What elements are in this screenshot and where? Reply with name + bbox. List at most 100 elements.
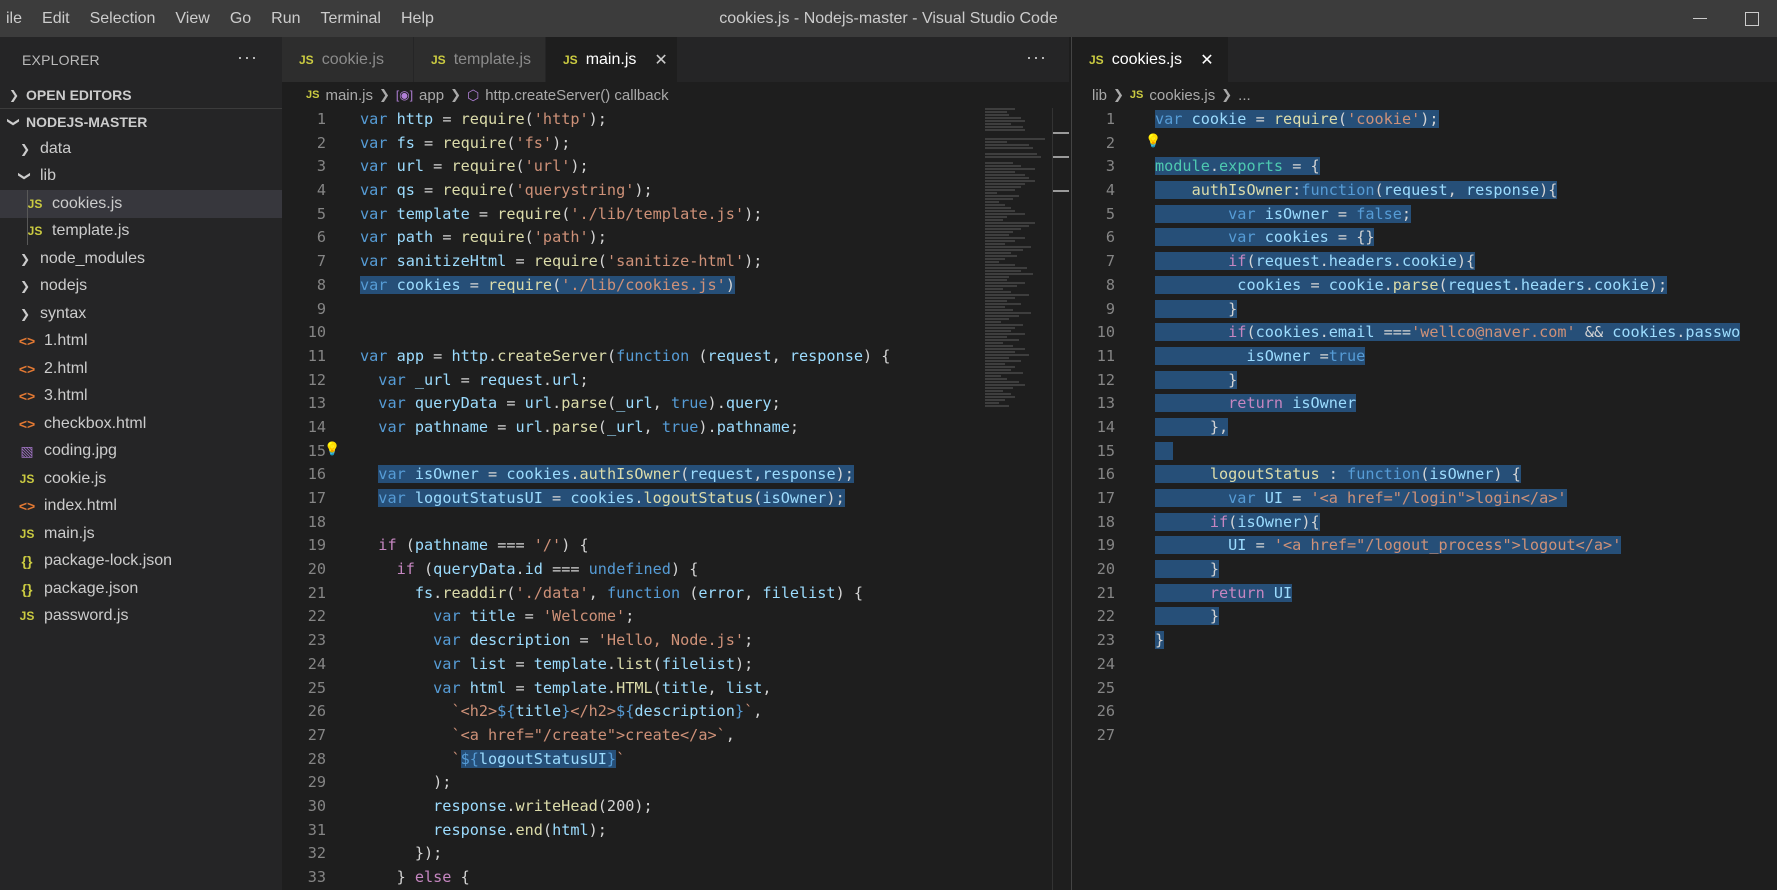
tree-item[interactable]: JS password.js	[0, 603, 282, 631]
tree-item[interactable]: JS cookie.js	[0, 465, 282, 493]
tab-cookie-js[interactable]: JS cookie.js	[282, 37, 414, 82]
minimap[interactable]	[985, 108, 1055, 488]
code-line[interactable]: 27	[1071, 724, 1777, 748]
maximize-icon[interactable]	[1725, 0, 1777, 37]
close-icon[interactable]: ✕	[654, 50, 667, 70]
code-line[interactable]: 3 module.exports = {	[1071, 155, 1777, 179]
menu-item[interactable]: Run	[261, 0, 310, 37]
code-line[interactable]: 14 var pathname = url.parse(_url, true).…	[282, 416, 967, 440]
code-line[interactable]: 25 var html = template.HTML(title, list,	[282, 677, 967, 701]
code-line[interactable]: 17 var logoutStatusUI = cookies.logoutSt…	[282, 487, 967, 511]
code-line[interactable]: 8 var cookies = require('./lib/cookies.js…	[282, 274, 967, 298]
tree-item[interactable]: <> index.html	[0, 493, 282, 521]
code-line[interactable]: 19 if (pathname === '/') {	[282, 534, 967, 558]
code-editor-main[interactable]: 1 var http = require('http'); 2 var fs = re…	[282, 108, 967, 890]
code-line[interactable]: 6 var path = require('path');	[282, 226, 967, 250]
code-line[interactable]: 7 var sanitizeHtml = require('sanitize-ht…	[282, 250, 967, 274]
code-line[interactable]: 24 var list = template.list(filelist);	[282, 653, 967, 677]
breadcrumb-file[interactable]: main.js	[325, 87, 373, 104]
close-icon[interactable]: ✕	[1200, 50, 1214, 70]
code-line[interactable]: 11 var app = http.createServer(function (…	[282, 345, 967, 369]
code-line[interactable]: 13 return isOwner	[1071, 392, 1777, 416]
project-section[interactable]: ❯ NODEJS-MASTER	[0, 109, 282, 135]
lightbulb-icon[interactable]: 💡	[1145, 134, 1161, 149]
more-actions-icon[interactable]: ···	[1026, 47, 1047, 68]
open-editors-section[interactable]: ❯ OPEN EDITORS	[0, 82, 282, 108]
menu-item[interactable]: Edit	[32, 0, 80, 37]
tree-item[interactable]: <> 3.html	[0, 383, 282, 411]
tree-item[interactable]: JS template.js	[0, 217, 282, 245]
code-line[interactable]: 27 `<a href="/create">create</a>`,	[282, 724, 967, 748]
tree-item[interactable]: <> 1.html	[0, 328, 282, 356]
code-line[interactable]: 26 `<h2>${title}</h2>${description}`,	[282, 700, 967, 724]
code-line[interactable]: 30 response.writeHead(200);	[282, 795, 967, 819]
code-line[interactable]: 11 isOwner =true	[1071, 345, 1777, 369]
code-line[interactable]: 18	[282, 511, 967, 535]
code-line[interactable]: 12 var _url = request.url;	[282, 369, 967, 393]
tree-item[interactable]: {} package-lock.json	[0, 548, 282, 576]
code-editor-side[interactable]: 1 var cookie = require('cookie'); 2 3 module…	[1071, 108, 1777, 890]
vertical-scrollbar[interactable]	[1052, 108, 1069, 890]
breadcrumb-callback[interactable]: http.createServer() callback	[485, 87, 668, 104]
code-line[interactable]: 8 cookies = cookie.parse(request.headers…	[1071, 274, 1777, 298]
menu-item[interactable]: Help	[391, 0, 444, 37]
tree-item[interactable]: <> 2.html	[0, 355, 282, 383]
tree-item[interactable]: ❯ lib	[0, 163, 282, 191]
breadcrumb-scope[interactable]: app	[419, 87, 444, 104]
tab-template-js[interactable]: JS template.js	[414, 37, 546, 82]
breadcrumb-rest[interactable]: ...	[1238, 87, 1251, 104]
code-line[interactable]: 29 );	[282, 771, 967, 795]
code-line[interactable]: 5 var isOwner = false;	[1071, 203, 1777, 227]
tab-cookies-js[interactable]: JS cookies.js ✕	[1072, 37, 1229, 82]
tree-item[interactable]: JS cookies.js	[0, 190, 282, 218]
code-line[interactable]: 25	[1071, 677, 1777, 701]
code-line[interactable]: 4 var qs = require('querystring');	[282, 179, 967, 203]
more-actions-icon[interactable]: ···	[237, 47, 258, 68]
lightbulb-icon[interactable]: 💡	[324, 442, 340, 457]
tree-item[interactable]: JS main.js	[0, 520, 282, 548]
code-line[interactable]: 31 response.end(html);	[282, 819, 967, 843]
code-line[interactable]: 32 });	[282, 842, 967, 866]
code-line[interactable]: 13 var queryData = url.parse(_url, true)…	[282, 392, 967, 416]
code-line[interactable]: 1 var cookie = require('cookie');	[1071, 108, 1777, 132]
code-line[interactable]: 15	[1071, 440, 1777, 464]
tree-item[interactable]: ▧ coding.jpg	[0, 438, 282, 466]
tree-item[interactable]: <> checkbox.html	[0, 410, 282, 438]
code-line[interactable]: 33 } else {	[282, 866, 967, 890]
menu-item[interactable]: ile	[0, 0, 32, 37]
code-line[interactable]: 6 var cookies = {}	[1071, 226, 1777, 250]
minimize-icon[interactable]	[1673, 0, 1725, 37]
tree-item[interactable]: {} package.json	[0, 575, 282, 603]
code-line[interactable]: 1 var http = require('http');	[282, 108, 967, 132]
code-line[interactable]: 12 }	[1071, 369, 1777, 393]
code-line[interactable]: 19 UI = '<a href="/logout_process">logou…	[1071, 534, 1777, 558]
code-line[interactable]: 20 }	[1071, 558, 1777, 582]
code-line[interactable]: 23}	[1071, 629, 1777, 653]
tab-main-js[interactable]: JS main.js ✕	[546, 37, 678, 82]
code-line[interactable]: 22 var title = 'Welcome';	[282, 605, 967, 629]
code-line[interactable]: 5 var template = require('./lib/template.…	[282, 203, 967, 227]
code-line[interactable]: 15	[282, 440, 967, 464]
code-line[interactable]: 24	[1071, 653, 1777, 677]
tree-item[interactable]: ❯ nodejs	[0, 273, 282, 301]
code-line[interactable]: 14 },	[1071, 416, 1777, 440]
code-line[interactable]: 23 var description = 'Hello, Node.js';	[282, 629, 967, 653]
code-line[interactable]: 21 return UI	[1071, 582, 1777, 606]
code-line[interactable]: 26	[1071, 700, 1777, 724]
code-line[interactable]: 28 `${logoutStatusUI}`	[282, 748, 967, 772]
code-line[interactable]: 10	[282, 321, 967, 345]
breadcrumb-folder[interactable]: lib	[1092, 87, 1107, 104]
breadcrumb-file[interactable]: cookies.js	[1149, 87, 1215, 104]
tree-item[interactable]: ❯ data	[0, 135, 282, 163]
tree-item[interactable]: ❯ node_modules	[0, 245, 282, 273]
code-line[interactable]: 3 var url = require('url');	[282, 155, 967, 179]
code-line[interactable]: 9	[282, 298, 967, 322]
code-line[interactable]: 2	[1071, 132, 1777, 156]
code-line[interactable]: 22 }	[1071, 605, 1777, 629]
code-line[interactable]: 7 if(request.headers.cookie){	[1071, 250, 1777, 274]
tree-item[interactable]: ❯ syntax	[0, 300, 282, 328]
code-line[interactable]: 2 var fs = require('fs');	[282, 132, 967, 156]
code-line[interactable]: 16 var isOwner = cookies.authIsOwner(req…	[282, 463, 967, 487]
code-line[interactable]: 4 authIsOwner:function(request, response…	[1071, 179, 1777, 203]
code-line[interactable]: 16 logoutStatus : function(isOwner) {	[1071, 463, 1777, 487]
